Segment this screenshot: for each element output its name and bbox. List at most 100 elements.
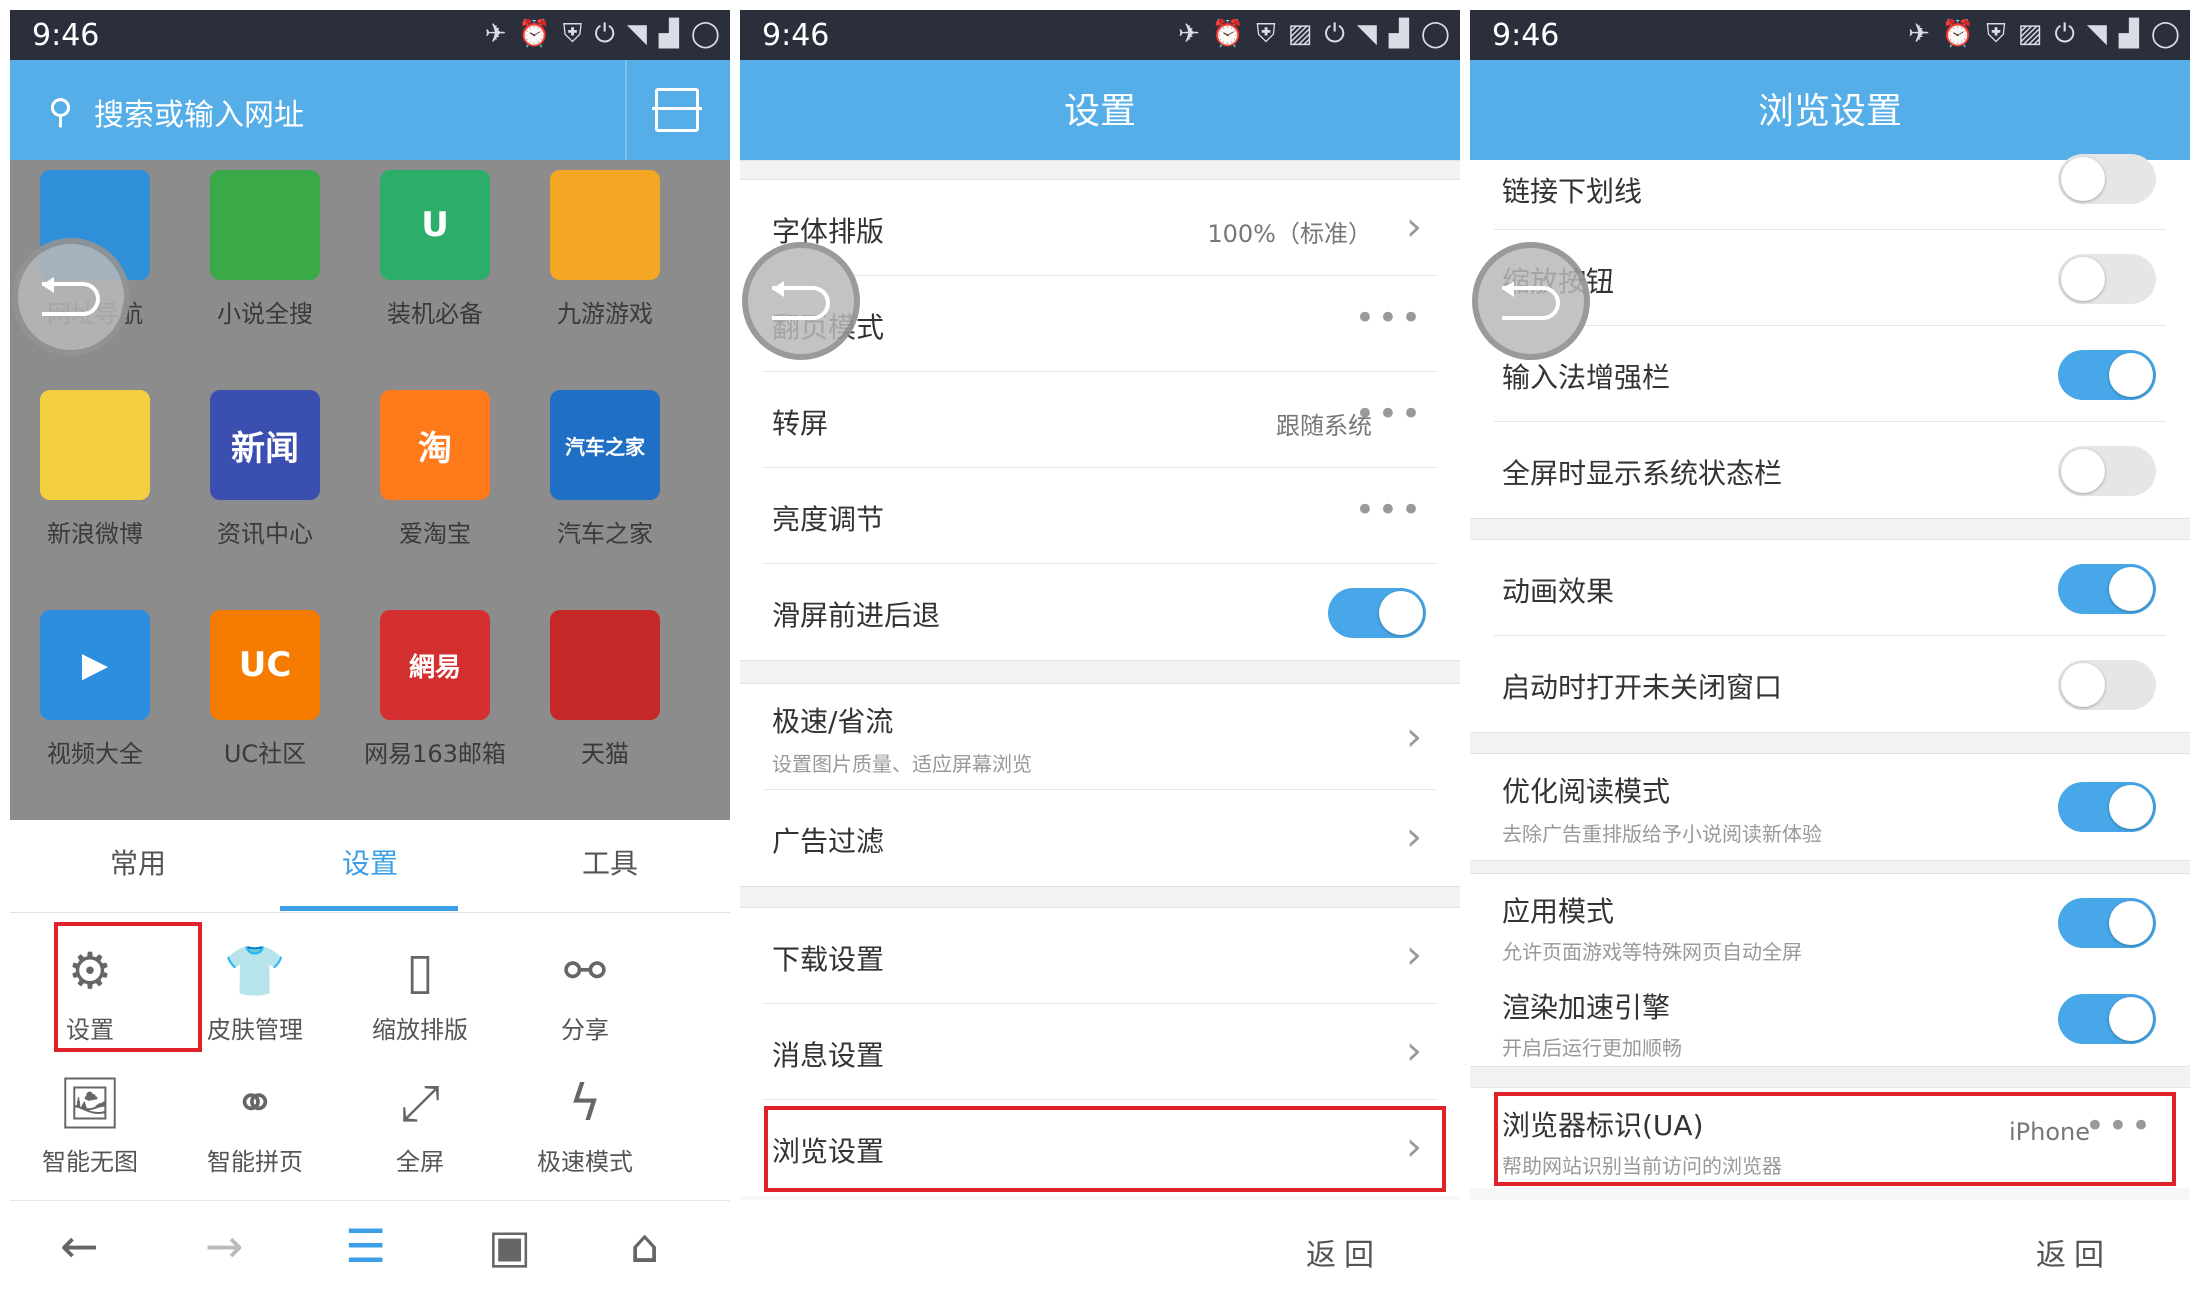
power-icon: ⏻ <box>1324 19 1345 49</box>
app-tile <box>550 170 660 280</box>
setting-swipe-nav[interactable]: 滑屏前进后退 <box>740 564 1460 660</box>
app-item[interactable]: 小说全搜 <box>180 160 350 360</box>
mute-icon: ✈ <box>1908 19 1930 49</box>
app-item[interactable]: 汽车之家 汽车之家 <box>520 380 690 580</box>
app-item[interactable]: 新闻 资讯中心 <box>180 380 350 580</box>
back-button[interactable]: 返回 <box>1306 1230 1382 1274</box>
app-tile <box>210 170 320 280</box>
back-arrow-icon <box>42 277 100 316</box>
animation-toggle[interactable] <box>2058 564 2156 614</box>
tabs-icon[interactable]: ▣ <box>488 1219 531 1273</box>
settings-panel: 9:46 ✈ ⏰ ⛨ ▨ ⏻ ◥ ▟ ◯ 设置 字体排版 100%（标准） › … <box>740 10 1460 1300</box>
menu-icon[interactable]: ☰ <box>345 1219 386 1273</box>
forward-icon[interactable]: → <box>205 1219 244 1273</box>
tab-common[interactable]: 常用 <box>18 842 258 882</box>
setting-download[interactable]: 下载设置 › <box>740 908 1460 1004</box>
setting-reading-mode[interactable]: 优化阅读模式 去除广告重排版给予小说阅读新体验 <box>1470 754 2190 860</box>
section-gap <box>1470 732 2190 754</box>
tool-fullscreen[interactable]: ⤢ 全屏 <box>340 1072 500 1192</box>
setting-brightness[interactable]: 亮度调节 ••• <box>740 468 1460 564</box>
app-item[interactable]: 網易 网易163邮箱 <box>350 600 520 800</box>
setting-ime-bar[interactable]: 输入法增强栏 <box>1470 326 2190 422</box>
setting-animation[interactable]: 动画效果 <box>1470 540 2190 636</box>
setting-label: 启动时打开未关闭窗口 <box>1502 671 1783 704</box>
setting-speed-save[interactable]: 极速/省流 设置图片质量、适应屏幕浏览 › <box>740 684 1460 790</box>
tab-tools[interactable]: 工具 <box>490 842 730 882</box>
setting-link-underline[interactable]: 链接下划线 <box>1470 154 2190 230</box>
restore-windows-toggle[interactable] <box>2058 660 2156 710</box>
app-item[interactable]: 新浪微博 <box>10 380 180 580</box>
setting-app-mode[interactable]: 应用模式 允许页面游戏等特殊网页自动全屏 <box>1470 874 2190 970</box>
setting-label: 输入法增强栏 <box>1502 361 1671 394</box>
setting-ad-filter[interactable]: 广告过滤 › <box>740 790 1460 886</box>
floating-back-button[interactable] <box>742 242 860 360</box>
scan-icon[interactable] <box>652 88 702 132</box>
home-icon[interactable]: ⌂ <box>630 1219 659 1273</box>
search-bar[interactable]: ⚲ 搜索或输入网址 <box>10 60 730 160</box>
back-arrow-icon <box>772 281 830 320</box>
page-title: 浏览设置 <box>1757 91 1902 132</box>
share-icon: ⚯ <box>564 942 606 1000</box>
fullscreen-statusbar-toggle[interactable] <box>2058 446 2156 496</box>
setting-fullscreen-statusbar[interactable]: 全屏时显示系统状态栏 <box>1470 422 2190 518</box>
setting-subtitle: 设置图片质量、适应屏幕浏览 <box>772 752 1032 776</box>
image-icon: 🖼 <box>58 1074 122 1132</box>
app-item[interactable]: 淘 爱淘宝 <box>350 380 520 580</box>
app-item[interactable]: 天猫 <box>520 600 690 800</box>
tool-zoom-layout[interactable]: ▯ 缩放排版 <box>340 940 500 1060</box>
signal-icon: ▟ <box>1388 19 1409 49</box>
reading-mode-toggle[interactable] <box>2058 782 2156 832</box>
tool-no-image[interactable]: 🖼 智能无图 <box>10 1072 170 1192</box>
app-item[interactable]: UC UC社区 <box>180 600 350 800</box>
setting-label: 极速/省流 <box>772 705 894 738</box>
bottom-nav: ← → ☰ ▣ ⌂ <box>10 1200 730 1300</box>
chevron-right-icon: › <box>1406 932 1422 978</box>
app-bar: 设置 <box>740 60 1460 160</box>
setting-label: 优化阅读模式 <box>1502 775 1671 808</box>
app-mode-toggle[interactable] <box>2058 898 2156 948</box>
app-tile: UC <box>210 610 320 720</box>
setting-messages[interactable]: 消息设置 › <box>740 1004 1460 1100</box>
setting-font-layout[interactable]: 字体排版 100%（标准） › <box>740 180 1460 276</box>
floating-back-button[interactable] <box>1472 242 1590 360</box>
section-gap <box>740 886 1460 908</box>
tool-page-join[interactable]: ⚭ 智能拼页 <box>175 1072 335 1192</box>
app-item[interactable]: 九游游戏 <box>520 160 690 360</box>
toggle-knob <box>2109 567 2153 611</box>
back-arrow-icon <box>1502 281 1560 320</box>
alarm-icon: ⏰ <box>518 19 551 49</box>
link-underline-toggle[interactable] <box>2058 154 2156 204</box>
status-bar: 9:46 ✈ ⏰ ⛨ ⏻ ◥ ▟ ◯ <box>10 10 730 60</box>
tab-settings[interactable]: 设置 <box>250 842 490 882</box>
setting-restore-windows[interactable]: 启动时打开未关闭窗口 <box>1470 636 2190 732</box>
status-icons: ✈ ⏰ ⛨ ⏻ ◥ ▟ ◯ <box>485 19 720 50</box>
setting-render-engine[interactable]: 渲染加速引擎 开启后运行更加顺畅 <box>1470 970 2190 1066</box>
app-item[interactable]: U 装机必备 <box>350 160 520 360</box>
render-engine-toggle[interactable] <box>2058 994 2156 1044</box>
app-label: 资讯中心 <box>217 520 313 548</box>
app-item[interactable]: ▶ 视频大全 <box>10 600 180 800</box>
back-icon[interactable]: ← <box>60 1219 99 1273</box>
setting-label: 转屏 <box>772 407 829 440</box>
tool-speed-mode[interactable]: ϟ 极速模式 <box>505 1072 665 1192</box>
zoom-buttons-toggle[interactable] <box>2058 254 2156 304</box>
highlight-box <box>764 1106 1446 1192</box>
setting-subtitle: 去除广告重排版给予小说阅读新体验 <box>1502 822 1822 846</box>
app-bar: 浏览设置 <box>1470 60 2190 160</box>
tool-share[interactable]: ⚯ 分享 <box>505 940 665 1060</box>
setting-rotate[interactable]: 转屏 跟随系统 ••• <box>740 372 1460 468</box>
tab-indicator <box>280 906 458 911</box>
chevron-right-icon: › <box>1406 1028 1422 1074</box>
section-gap <box>1470 860 2190 874</box>
browse-settings-panel: 9:46 ✈ ⏰ ⛨ ▨ ⏻ ◥ ▟ ◯ 浏览设置 链接下划线 缩放按钮 输入法… <box>1470 10 2190 1300</box>
mute-icon: ✈ <box>484 19 507 49</box>
back-button[interactable]: 返回 <box>2036 1230 2112 1274</box>
swipe-nav-toggle[interactable] <box>1328 588 1426 638</box>
wifi-icon: ◥ <box>2086 19 2107 49</box>
search-placeholder: 搜索或输入网址 <box>94 98 304 133</box>
menu-tabs: 常用 设置 工具 <box>10 820 730 913</box>
floating-back-button[interactable] <box>12 238 130 356</box>
ime-bar-toggle[interactable] <box>2058 350 2156 400</box>
toggle-knob <box>2061 157 2105 201</box>
toggle-knob <box>2109 901 2153 945</box>
